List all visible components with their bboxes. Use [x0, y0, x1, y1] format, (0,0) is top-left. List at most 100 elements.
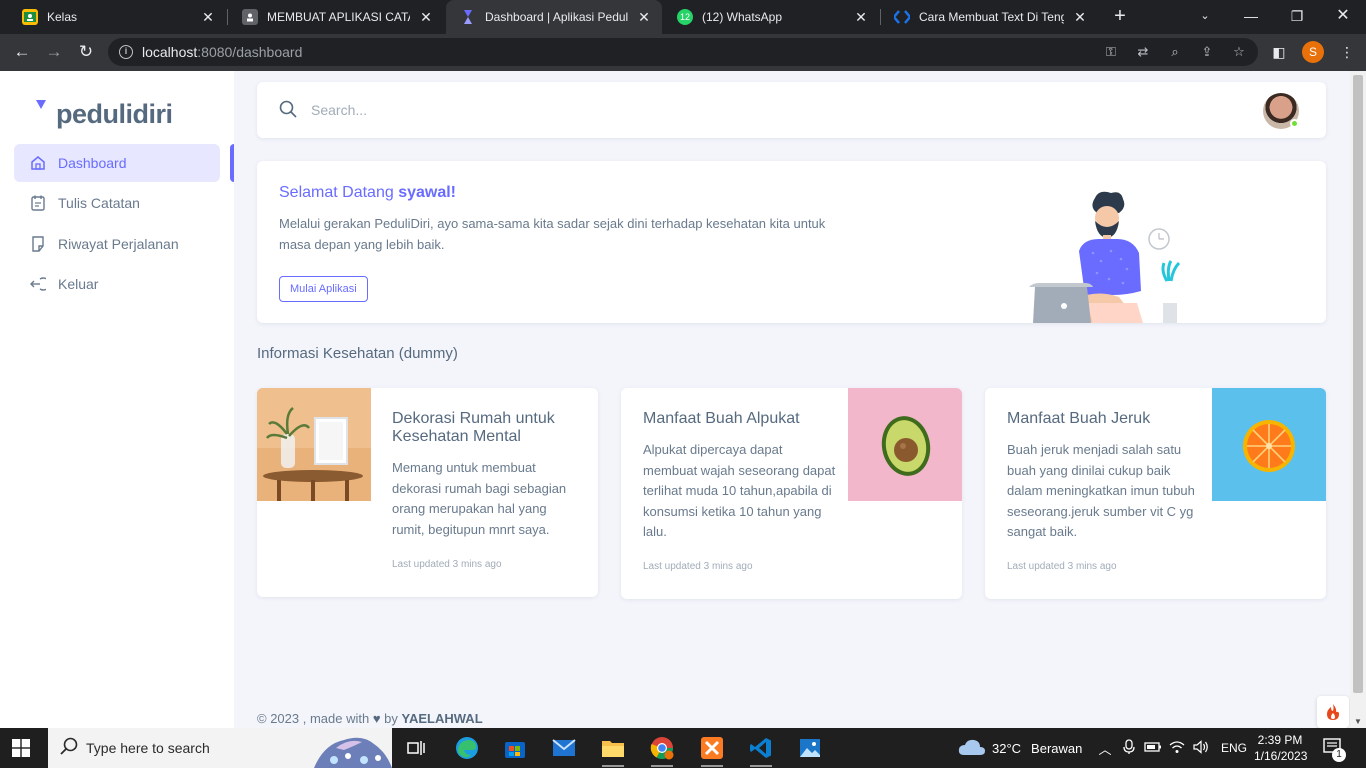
close-icon[interactable]: ✕ — [636, 9, 652, 26]
zoom-icon[interactable]: ⌕ — [1166, 43, 1184, 61]
tab-title: (12) WhatsApp — [702, 10, 783, 24]
reload-icon[interactable]: ↻ — [73, 40, 99, 66]
volume-icon[interactable] — [1189, 739, 1213, 757]
search-highlight-art-icon — [314, 737, 392, 768]
whatsapp-badge: 12 — [679, 12, 690, 22]
windows-start-icon[interactable] — [12, 739, 30, 762]
running-indicator — [701, 765, 723, 767]
health-card-jeruk[interactable]: Manfaat Buah Jeruk Buah jeruk menjadi sa… — [985, 388, 1326, 599]
history-icon — [30, 236, 46, 252]
mail-icon[interactable] — [549, 733, 579, 763]
wifi-icon[interactable] — [1165, 740, 1189, 757]
photos-icon[interactable] — [795, 733, 825, 763]
tab-search-icon[interactable]: ⌄ — [1182, 0, 1228, 34]
battery-icon[interactable] — [1141, 741, 1165, 756]
card-title: Dekorasi Rumah untuk Kesehatan Mental — [392, 410, 555, 445]
bookmark-star-icon[interactable]: ☆ — [1230, 43, 1248, 61]
clock-date: 1/16/2023 — [1254, 749, 1308, 763]
footer: © 2023 , made with ♥ by YAELAHWAL — [257, 711, 483, 726]
chrome-icon[interactable] — [647, 733, 677, 767]
running-indicator — [602, 765, 624, 767]
card-body: Memang untuk membuat dekorasi rumah bagi… — [392, 460, 567, 537]
xampp-icon[interactable] — [697, 733, 727, 767]
url-text: localhost:8080/dashboard — [142, 44, 303, 60]
card-updated: Last updated 3 mins ago — [1007, 561, 1117, 572]
new-tab-button[interactable]: + — [1108, 5, 1132, 29]
share-icon[interactable]: ⇪ — [1198, 43, 1216, 61]
input-language[interactable]: ENG — [1221, 741, 1247, 755]
back-arrow-icon[interactable]: ← — [9, 40, 35, 66]
avocado-image — [848, 388, 962, 501]
window-close-icon[interactable]: ✕ — [1320, 0, 1366, 34]
document-icon — [242, 9, 258, 25]
card-title: Manfaat Buah Alpukat — [643, 410, 800, 427]
tab-title: MEMBUAT APLIKASI CATATAN — [267, 10, 410, 24]
browser-toolbar: ← → ↻ i localhost:8080/dashboard ⚿ ⇄ ⌕ ⇪… — [0, 34, 1366, 71]
tab-title: Dashboard | Aplikasi PeduliDiri — [485, 10, 628, 24]
notification-center[interactable]: 1 — [1322, 728, 1346, 768]
tab-title: Cara Membuat Text Di Tengah — [919, 10, 1064, 24]
brand-logo[interactable]: pedulidiri — [36, 97, 173, 130]
minimize-icon[interactable]: — — [1228, 0, 1274, 34]
microsoft-store-icon[interactable] — [500, 733, 530, 763]
search-icon — [60, 737, 78, 760]
vscode-icon[interactable] — [746, 733, 776, 767]
taskbar-search-box[interactable]: Type here to search — [48, 728, 392, 768]
close-icon[interactable]: ✕ — [418, 9, 434, 26]
weather-widget[interactable]: 32°C Berawan — [958, 728, 1082, 768]
health-card-dekorasi[interactable]: Dekorasi Rumah untuk Kesehatan Mental Me… — [257, 388, 598, 597]
fire-icon[interactable] — [1317, 696, 1349, 728]
scrollbar-thumb[interactable] — [1353, 75, 1363, 693]
sidebar-item-keluar[interactable]: Keluar — [14, 265, 220, 303]
online-status-dot — [1290, 119, 1299, 128]
browser-tab-whatsapp[interactable]: 12 (12) WhatsApp ✕ — [663, 0, 879, 34]
restore-icon[interactable]: ❐ — [1274, 0, 1320, 34]
edge-browser-icon[interactable] — [452, 733, 482, 763]
start-app-button[interactable]: Mulai Aplikasi — [279, 276, 368, 302]
close-icon[interactable]: ✕ — [853, 9, 869, 26]
sidebar-item-dashboard[interactable]: Dashboard — [14, 144, 220, 182]
sidebar-item-label: Dashboard — [58, 155, 127, 171]
logout-icon — [30, 276, 46, 292]
card-body: Alpukat dipercaya dapat membuat wajah se… — [643, 442, 836, 539]
page-scrollbar[interactable]: ▼ — [1350, 71, 1366, 728]
orange-image — [1212, 388, 1326, 501]
close-icon[interactable]: ✕ — [200, 9, 216, 26]
sidebar-item-tulis-catatan[interactable]: Tulis Catatan — [14, 184, 220, 222]
sidebar-item-riwayat-perjalanan[interactable]: Riwayat Perjalanan — [14, 225, 220, 263]
close-icon[interactable]: ✕ — [1072, 9, 1088, 26]
scroll-down-arrow-icon[interactable]: ▼ — [1354, 717, 1362, 726]
meet-now-icon[interactable] — [1117, 738, 1141, 758]
user-avatar[interactable] — [1263, 93, 1299, 129]
address-bar[interactable]: i localhost:8080/dashboard ⚿ ⇄ ⌕ ⇪ ☆ — [108, 38, 1258, 66]
key-icon[interactable]: ⚿ — [1102, 43, 1120, 61]
whatsapp-icon: 12 — [677, 9, 693, 25]
home-decor-image — [257, 388, 371, 501]
browser-tab-dashboard[interactable]: Dashboard | Aplikasi PeduliDiri ✕ — [446, 0, 662, 34]
search-input[interactable] — [311, 100, 471, 120]
page-viewport: pedulidiri Dashboard Tulis Catatan Riway… — [0, 71, 1350, 728]
sidebar-item-label: Tulis Catatan — [58, 195, 140, 211]
site-info-icon[interactable]: i — [119, 45, 133, 59]
chevron-up-icon[interactable]: ︿ — [1097, 739, 1113, 758]
taskbar-clock[interactable]: 2:39 PM 1/16/2023 — [1254, 732, 1308, 764]
file-explorer-icon[interactable] — [598, 733, 628, 767]
man-with-laptop-illustration — [1029, 191, 1181, 323]
forward-arrow-icon[interactable]: → — [41, 40, 67, 66]
kebab-menu-icon[interactable]: ⋮ — [1338, 43, 1356, 61]
profile-avatar[interactable]: S — [1302, 41, 1324, 63]
translate-icon[interactable]: ⇄ — [1134, 43, 1152, 61]
side-panel-icon[interactable]: ◧ — [1270, 43, 1288, 61]
sidebar: pedulidiri Dashboard Tulis Catatan Riway… — [0, 71, 234, 728]
health-card-alpukat[interactable]: Manfaat Buah Alpukat Alpukat dipercaya d… — [621, 388, 962, 599]
browser-tab-kelas[interactable]: Kelas ✕ — [8, 0, 226, 34]
footer-author-link[interactable]: YAELAHWAL — [402, 711, 483, 726]
browser-tab-catatan[interactable]: MEMBUAT APLIKASI CATATAN ✕ — [228, 0, 444, 34]
cloudy-weather-icon — [958, 738, 986, 759]
task-view-icon[interactable] — [401, 733, 431, 763]
logo-mark-icon — [36, 100, 46, 109]
welcome-title: Selamat Datang syawal! — [279, 184, 456, 201]
browser-tab-blogger[interactable]: Cara Membuat Text Di Tengah ✕ — [880, 0, 1098, 34]
taskbar-search-placeholder: Type here to search — [86, 740, 210, 756]
section-title: Informasi Kesehatan (dummy) — [257, 345, 458, 362]
